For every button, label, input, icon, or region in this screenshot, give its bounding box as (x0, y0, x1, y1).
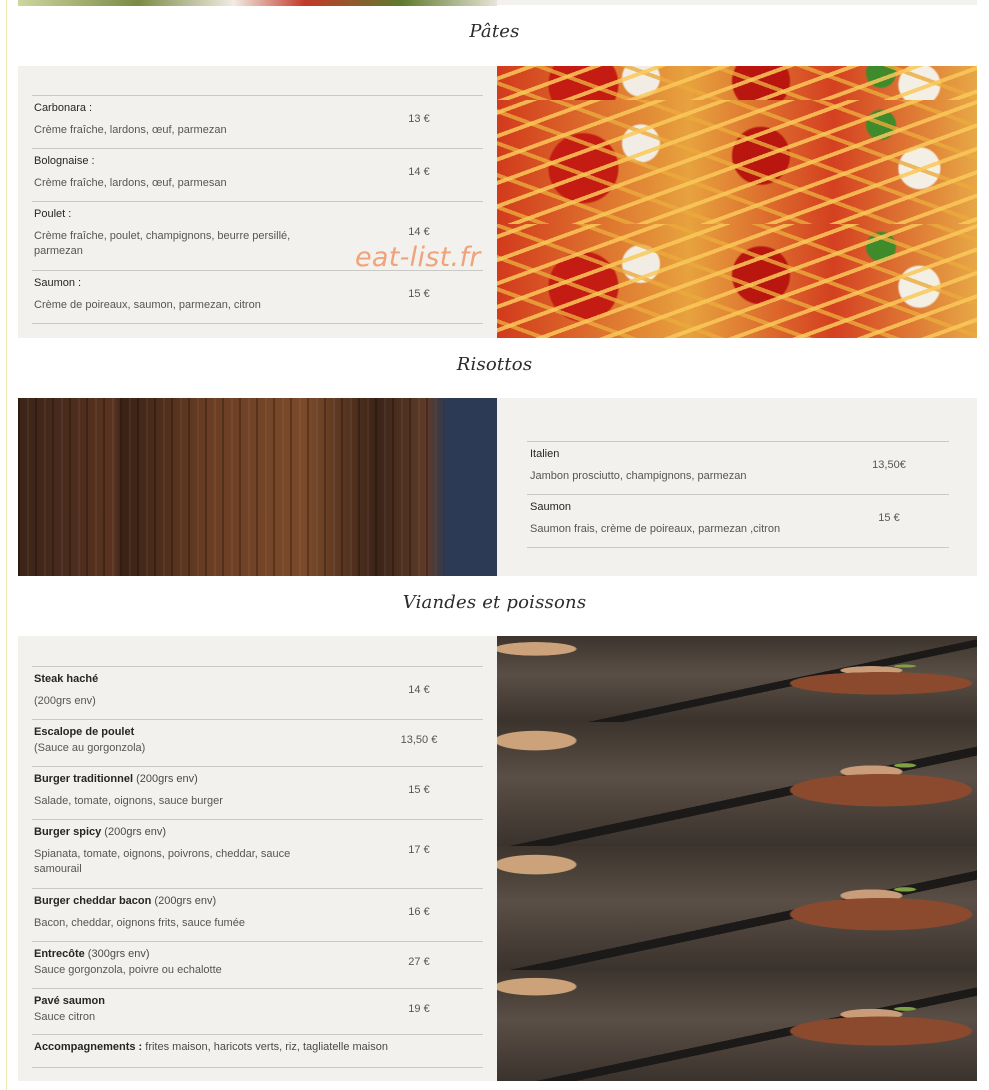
menu-item-name: Poulet : (34, 208, 72, 220)
menu-item-description: Crème de poireaux, saumon, parmezan, cit… (34, 299, 261, 311)
previous-section-image (18, 0, 497, 6)
previous-section-panel (497, 0, 977, 5)
menu-item: Pavé saumon Sauce citron 19 € (32, 988, 483, 1034)
menu-item: Escalope de poulet (Sauce au gorgonzola)… (32, 719, 483, 766)
menu-item-price: 13,50€ (872, 459, 906, 471)
wood-image-band (18, 473, 497, 576)
menu-item-description: Sauce gorgonzola, poivre ou echalotte (34, 964, 222, 976)
section-title-viandes: Viandes et poissons (402, 592, 587, 613)
menu-item-name: Saumon : (34, 277, 82, 289)
menu-item-name: Carbonara : (34, 102, 93, 114)
menu-item-description: Saumon frais, crème de poireaux, parmeza… (530, 523, 781, 535)
menu-item-name: Escalope de poulet (34, 726, 135, 738)
menu-item-price: 27 € (408, 956, 430, 968)
pates-menu-panel: Carbonara : Crème fraîche, lardons, œuf,… (18, 66, 497, 338)
menu-item-description: Crème fraîche, poulet, champignons, beur… (34, 230, 291, 257)
pasta-image-band (497, 66, 977, 100)
menu-item-name: Burger cheddar bacon (200grs env) (34, 895, 217, 907)
menu-item-name: Italien (530, 448, 560, 460)
menu-item: Burger spicy (200grs env) Spianata, toma… (32, 819, 483, 888)
menu-item-price: 17 € (408, 844, 430, 856)
menu-item-description: Spianata, tomate, oignons, poivrons, che… (34, 848, 291, 875)
menu-item-description: (Sauce au gorgonzola) (34, 742, 146, 754)
menu-item-price: 15 € (408, 288, 430, 300)
menu-item-description: Jambon prosciutto, champignons, parmezan (530, 470, 747, 482)
menu-item-name: Entrecôte (300grs env) (34, 948, 150, 960)
pasta-image (497, 66, 977, 338)
meat-image-band (497, 846, 977, 970)
menu-item: Saumon Saumon frais, crème de poireaux, … (527, 494, 949, 547)
menu-item-name: Pavé saumon (34, 995, 105, 1007)
menu-item-price: 14 € (408, 684, 430, 696)
wood-image-band (18, 398, 497, 473)
accompagnements-text: Accompagnements : frites maison, haricot… (34, 1041, 388, 1053)
menu-item: Carbonara : Crème fraîche, lardons, œuf,… (32, 95, 483, 148)
menu-item: Steak haché (200grs env) 14 € (32, 666, 483, 719)
menu-item-description: Bacon, cheddar, oignons frits, sauce fum… (34, 917, 245, 929)
menu-item-price: 14 € (408, 226, 430, 238)
meat-image-band (497, 636, 977, 722)
meat-image-band (497, 722, 977, 846)
viandes-menu-panel: Steak haché (200grs env) 14 € Escalope d… (18, 636, 497, 1081)
menu-item: Bolognaise : Crème fraîche, lardons, œuf… (32, 148, 483, 201)
menu-item-price: 15 € (878, 512, 900, 524)
menu-item-price: 16 € (408, 906, 430, 918)
divider (32, 1067, 483, 1068)
menu-item-name: Saumon (530, 501, 571, 513)
left-border-line (6, 0, 7, 1090)
menu-item: Italien Jambon prosciutto, champignons, … (527, 441, 949, 494)
menu-item-price: 19 € (408, 1003, 430, 1015)
menu-item-price: 14 € (408, 166, 430, 178)
menu-item-description: Sauce citron (34, 1011, 96, 1023)
menu-item-price: 13 € (408, 113, 430, 125)
pasta-image-band (497, 224, 977, 338)
menu-item: Saumon : Crème de poireaux, saumon, parm… (32, 270, 483, 323)
risottos-menu-panel: Italien Jambon prosciutto, champignons, … (497, 398, 977, 576)
accompagnements-row: Accompagnements : frites maison, haricot… (32, 1034, 483, 1067)
menu-item-description: Crème fraîche, lardons, œuf, parmezan (34, 124, 227, 136)
divider (32, 323, 483, 324)
menu-item-price: 15 € (408, 784, 430, 796)
menu-item-name: Steak haché (34, 673, 99, 685)
menu-item: Burger traditionnel (200grs env) Salade,… (32, 766, 483, 819)
menu-item-description: (200grs env) (34, 695, 96, 707)
pasta-image-band (497, 100, 977, 224)
menu-item-price: 13,50 € (400, 734, 438, 746)
menu-item-description: Crème fraîche, lardons, œuf, parmesan (34, 177, 227, 189)
menu-item: Burger cheddar bacon (200grs env) Bacon,… (32, 888, 483, 941)
section-title-risottos: Risottos (456, 354, 533, 375)
wood-table-image (18, 398, 497, 576)
menu-item-name: Bolognaise : (34, 155, 95, 167)
watermark: eat-list.fr (355, 242, 481, 273)
section-title-pates: Pâtes (469, 21, 520, 42)
grilled-meat-image (497, 636, 977, 1081)
meat-image-band (497, 970, 977, 1081)
menu-item: Entrecôte (300grs env) Sauce gorgonzola,… (32, 941, 483, 988)
menu-item-description: Salade, tomate, oignons, sauce burger (34, 795, 223, 807)
menu-item-name: Burger traditionnel (200grs env) (34, 773, 198, 785)
divider (527, 547, 949, 548)
menu-item-name: Burger spicy (200grs env) (34, 826, 167, 838)
